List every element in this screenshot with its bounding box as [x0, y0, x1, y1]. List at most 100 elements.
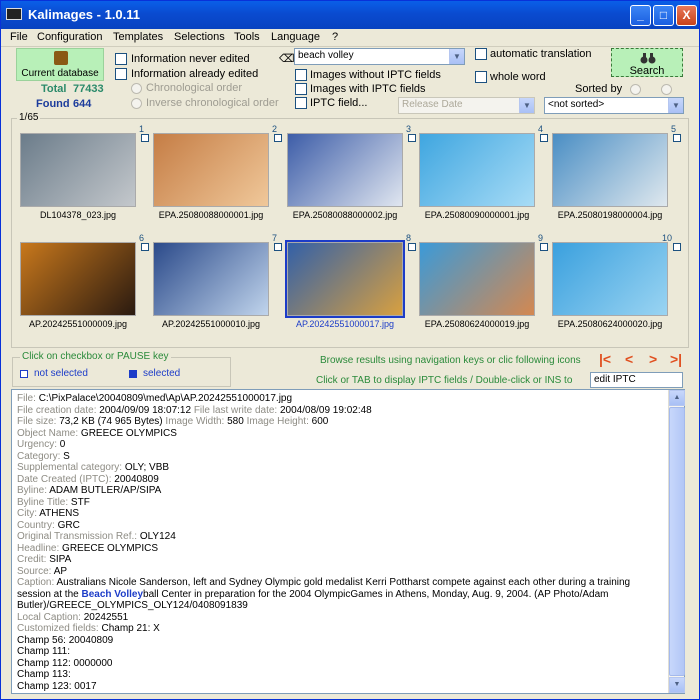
first-page-icon[interactable]: |< [599, 351, 611, 367]
current-database-button[interactable]: Current database [16, 48, 104, 81]
thumbnail-number: 2 [272, 124, 278, 134]
thumbnail-checkbox[interactable] [408, 134, 416, 142]
detail-value: 0 [59, 439, 66, 450]
thumbnail-caption: AP.20242551000017.jpg [296, 319, 394, 329]
thumbnail-image[interactable] [552, 242, 668, 316]
scroll-thumb[interactable] [669, 407, 685, 676]
thumbnail-checkbox[interactable] [540, 134, 548, 142]
detail-label: Original Transmission Ref.: [17, 531, 138, 542]
inverse-chronological-radio[interactable] [131, 98, 142, 109]
detail-label: Source: [17, 565, 52, 577]
thumbnail-checkbox[interactable] [274, 243, 282, 251]
thumbnail-checkbox[interactable] [673, 134, 681, 142]
thumbnail-image[interactable] [153, 133, 269, 207]
detail-line: Category: S [17, 451, 70, 462]
with-iptc-checkbox[interactable] [295, 83, 307, 95]
thumbnail-image[interactable] [20, 133, 136, 207]
thumbnail-image[interactable] [552, 133, 668, 207]
whole-word-checkbox[interactable] [475, 71, 487, 83]
scroll-up-icon[interactable]: ▲ [669, 390, 685, 406]
title-bar[interactable]: Kalimages - 1.0.11 _ □ X [1, 1, 699, 29]
eraser-icon[interactable]: ⌫ [279, 52, 295, 65]
detail-label: Image Height: [246, 416, 309, 427]
thumbnail-image[interactable] [419, 242, 535, 316]
sort-value: <not sorted> [548, 99, 605, 110]
chevron-down-icon[interactable]: ▼ [519, 98, 534, 113]
thumbnail-caption: EPA.25080624000020.jpg [557, 319, 663, 329]
never-edited-checkbox[interactable] [115, 53, 127, 65]
thumbnail-number: 3 [406, 124, 412, 134]
scroll-down-icon[interactable]: ▼ [669, 677, 685, 693]
detail-value: Champ 123: 0017 [17, 680, 97, 692]
detail-value: GREECE OLYMPICS [62, 542, 158, 554]
thumbnail-number: 7 [272, 233, 278, 243]
thumbnail-image[interactable] [153, 242, 269, 316]
detail-line: Supplemental category: OLY; VBB [17, 462, 169, 473]
chevron-down-icon[interactable]: ▼ [668, 98, 683, 113]
close-button[interactable]: X [676, 5, 697, 26]
thumbnail-image[interactable] [20, 242, 136, 316]
without-iptc-checkbox[interactable] [295, 69, 307, 81]
total-label: Total [41, 83, 67, 95]
search-button[interactable]: Search [611, 48, 683, 77]
detail-line: Local Caption: 20242551 [17, 612, 128, 623]
vertical-scrollbar[interactable]: ▲ ▼ [668, 390, 685, 693]
last-page-icon[interactable]: >| [670, 351, 682, 367]
detail-line: Original Transmission Ref.: OLY124 [17, 531, 176, 542]
menu-tools[interactable]: Tools [234, 31, 260, 43]
sort-combo[interactable]: <not sorted> ▼ [544, 97, 684, 114]
maximize-button[interactable]: □ [653, 5, 674, 26]
thumbnail-checkbox[interactable] [673, 243, 681, 251]
menu-language[interactable]: Language [271, 31, 320, 43]
with-iptc-label: Images with IPTC fields [310, 83, 426, 95]
thumbnail-checkbox[interactable] [408, 243, 416, 251]
detail-label: Category: [17, 450, 61, 462]
detail-line: Champ 112: 0000000 [17, 658, 112, 669]
thumbnail-image[interactable] [287, 133, 403, 207]
sort-ascending-radio[interactable] [630, 84, 641, 95]
iptc-detail-panel[interactable]: File: C:\PixPalace\20040809\med\Ap\AP.20… [11, 389, 685, 694]
menu-file[interactable]: File [10, 31, 28, 43]
previous-page-icon[interactable]: < [625, 351, 633, 367]
detail-value: AP [53, 565, 68, 577]
iptc-field-label: IPTC field... [310, 97, 368, 109]
menu-templates[interactable]: Templates [113, 31, 163, 43]
thumbnail-checkbox[interactable] [141, 243, 149, 251]
next-page-icon[interactable]: > [649, 351, 657, 367]
chronological-radio[interactable] [131, 83, 142, 94]
already-edited-checkbox[interactable] [115, 68, 127, 80]
detail-line: Credit: SIPA [17, 554, 71, 565]
sort-descending-radio[interactable] [661, 84, 672, 95]
detail-value: S [63, 450, 70, 462]
chevron-down-icon[interactable]: ▼ [449, 49, 464, 64]
menu-configuration[interactable]: Configuration [37, 31, 102, 43]
detail-label: Image Width: [165, 416, 225, 427]
iptc-field-checkbox[interactable] [295, 97, 307, 109]
detail-line: Caption: Australians Nicole Sanderson, l… [17, 577, 630, 588]
thumbnail-image[interactable] [285, 240, 405, 318]
edit-iptc-field[interactable]: edit IPTC [590, 372, 683, 388]
search-query-combo[interactable]: beach volley ▼ [294, 48, 465, 65]
menu-help[interactable]: ? [332, 31, 338, 43]
detail-line: Headline: GREECE OLYMPICS [17, 543, 158, 554]
current-database-label: Current database [21, 68, 99, 79]
detail-line: Date Created (IPTC): 20040809 [17, 474, 159, 485]
menu-selections[interactable]: Selections [174, 31, 225, 43]
app-icon [6, 8, 22, 20]
auto-translation-checkbox[interactable] [475, 48, 487, 60]
detail-value: 2004/08/09 19:02:48 [279, 404, 372, 416]
detail-value: 580 [227, 416, 244, 427]
detail-value: SIPA [49, 554, 72, 565]
detail-line: Champ 56: 20040809 [17, 635, 113, 646]
detail-line: Object Name: GREECE OLYMPICS [17, 428, 177, 439]
thumbnail-caption: EPA.25080624000019.jpg [424, 319, 530, 329]
thumbnail-caption: DL104378_023.jpg [39, 210, 117, 220]
thumbnail-checkbox[interactable] [141, 134, 149, 142]
thumbnail-checkbox[interactable] [274, 134, 282, 142]
thumbnail-caption: EPA.25080090000001.jpg [424, 210, 530, 220]
database-icon [54, 51, 68, 65]
minimize-button[interactable]: _ [630, 5, 651, 26]
thumbnail-checkbox[interactable] [540, 243, 548, 251]
release-date-combo[interactable]: Release Date ▼ [398, 97, 535, 114]
thumbnail-image[interactable] [419, 133, 535, 207]
